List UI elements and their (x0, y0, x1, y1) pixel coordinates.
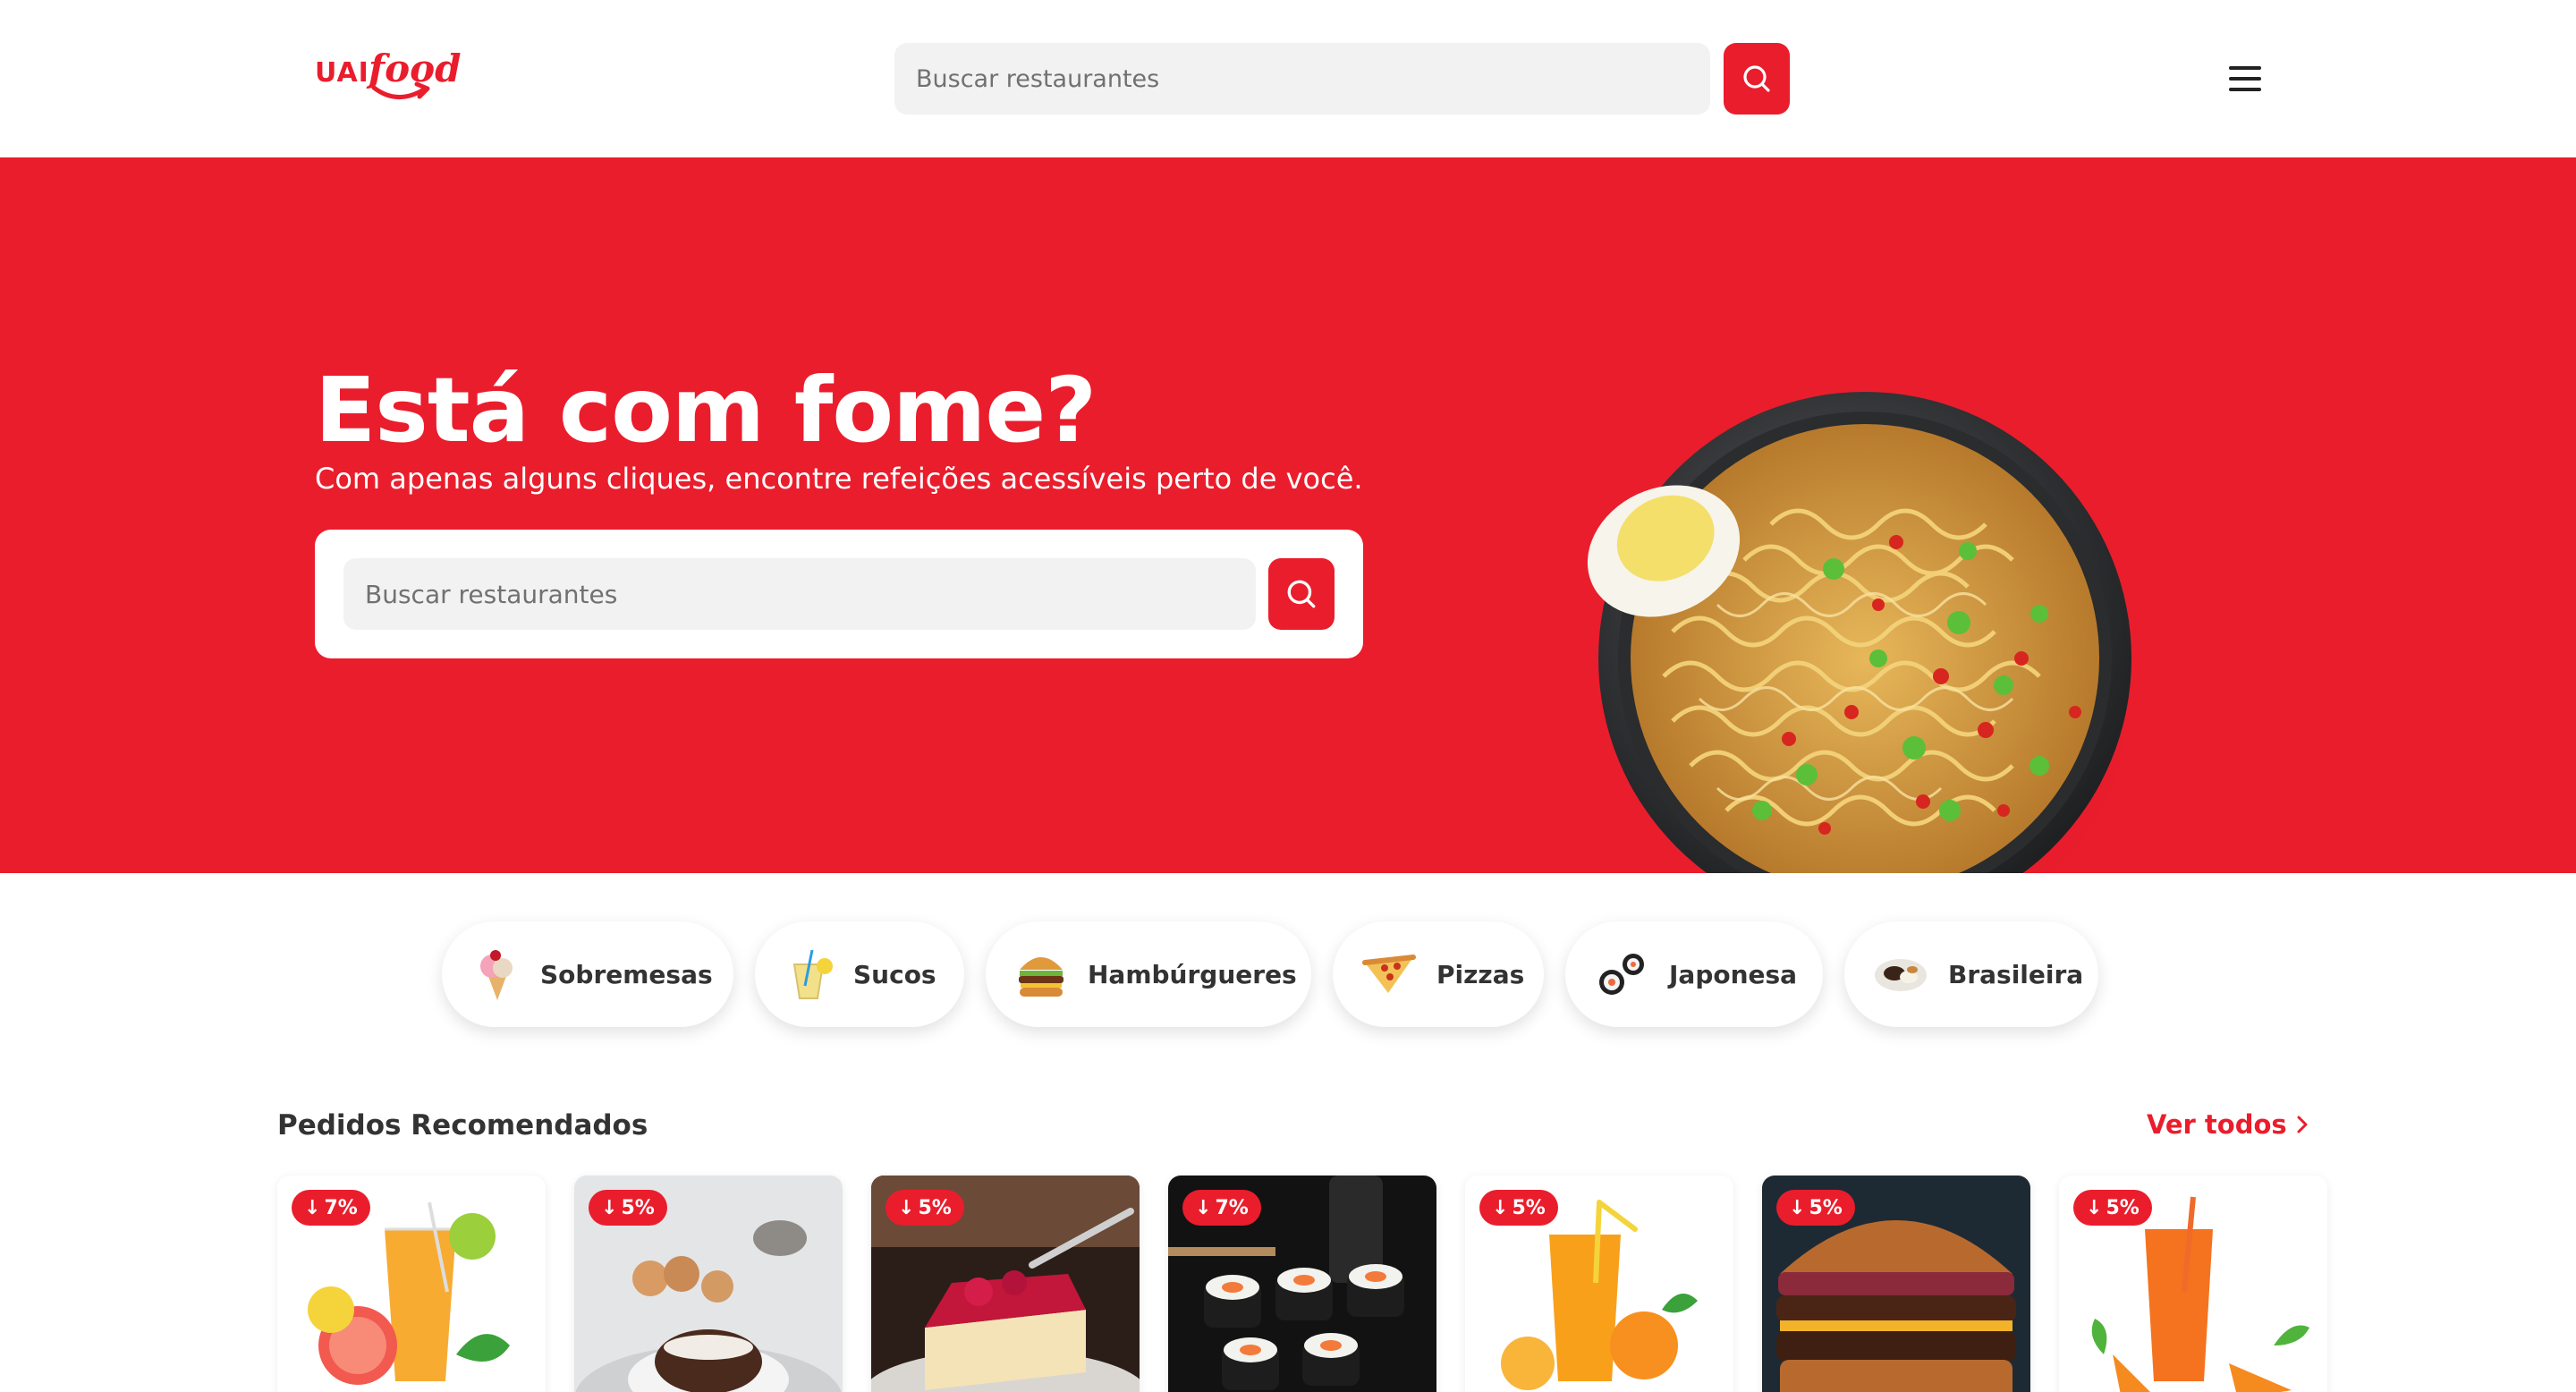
hero-subtitle: Com apenas alguns cliques, encontre refe… (315, 462, 1363, 496)
feijoada-icon (1873, 946, 1928, 1002)
category-label: Sucos (853, 959, 936, 989)
arrow-down-icon: ↓ (1789, 1196, 1806, 1219)
hero-search-card (315, 530, 1363, 658)
discount-value: 7% (324, 1196, 358, 1219)
category-label: Sobremesas (540, 959, 713, 989)
chevron-right-icon (2297, 1116, 2308, 1133)
product-card[interactable]: ↓ 5% (2059, 1176, 2327, 1392)
see-all-link[interactable]: Ver todos (2147, 1109, 2310, 1140)
discount-value: 7% (1215, 1196, 1249, 1219)
category-label: Pizzas (1436, 959, 1525, 989)
discount-badge: ↓ 7% (1182, 1190, 1261, 1226)
recommended-list: ↓ 7% ↓ 5% ↓ 5% ↓ 7% ↓ 5% ↓ 5% ↓ 5% (0, 1176, 2576, 1392)
hero-title: Está com fome? (315, 358, 1097, 463)
category-japonesa[interactable]: Japonesa (1565, 921, 1823, 1027)
discount-value: 5% (918, 1196, 952, 1219)
hero-banner: Está com fome? Com apenas alguns cliques… (0, 157, 2576, 873)
arrow-down-icon: ↓ (898, 1196, 915, 1219)
discount-badge: ↓ 7% (292, 1190, 370, 1226)
category-pizzas[interactable]: Pizzas (1333, 921, 1544, 1027)
category-bar: Sobremesas Sucos Hambúrgueres Pizzas Jap… (0, 921, 2576, 1029)
discount-badge: ↓ 5% (886, 1190, 964, 1226)
category-sobremesas[interactable]: Sobremesas (442, 921, 733, 1027)
category-sucos[interactable]: Sucos (755, 921, 964, 1027)
arrow-down-icon: ↓ (304, 1196, 321, 1219)
header-search-button[interactable] (1724, 43, 1790, 115)
hamburger-menu-icon (2229, 66, 2261, 70)
logo-swoosh-icon (371, 81, 430, 99)
sushi-icon (1594, 946, 1649, 1002)
see-all-label: Ver todos (2147, 1109, 2287, 1140)
arrow-down-icon: ↓ (1492, 1196, 1509, 1219)
header-search-input[interactable] (894, 43, 1710, 115)
category-label: Japonesa (1669, 959, 1798, 989)
pizza-icon (1361, 946, 1417, 1002)
product-card[interactable]: ↓ 5% (871, 1176, 1140, 1392)
discount-badge: ↓ 5% (589, 1190, 667, 1226)
juice-icon (784, 946, 834, 1002)
hero-search-button[interactable] (1268, 558, 1335, 630)
category-hamburgueres[interactable]: Hambúrgueres (986, 921, 1311, 1027)
discount-badge: ↓ 5% (2073, 1190, 2152, 1226)
discount-value: 5% (1512, 1196, 1546, 1219)
burger-icon (1014, 946, 1068, 1002)
ice-cream-icon (470, 946, 521, 1002)
hamburger-menu-button[interactable] (2227, 63, 2263, 95)
search-icon (1743, 65, 1770, 92)
noodle-bowl-image (1538, 390, 2182, 873)
hero-search-input[interactable] (343, 558, 1256, 630)
category-brasileira[interactable]: Brasileira (1844, 921, 2098, 1027)
product-card[interactable]: ↓ 5% (1465, 1176, 1733, 1392)
category-label: Brasileira (1948, 959, 2084, 989)
uaifood-logo[interactable]: UAI food (315, 47, 461, 104)
top-header: UAI food (0, 0, 2576, 157)
discount-value: 5% (2106, 1196, 2140, 1219)
product-card[interactable]: ↓ 5% (1762, 1176, 2030, 1392)
hamburger-line (2229, 88, 2261, 91)
discount-value: 5% (621, 1196, 655, 1219)
recommended-title: Pedidos Recomendados (277, 1109, 648, 1142)
product-card[interactable]: ↓ 5% (574, 1176, 843, 1392)
arrow-down-icon: ↓ (2086, 1196, 2103, 1219)
product-card[interactable]: ↓ 7% (277, 1176, 546, 1392)
discount-badge: ↓ 5% (1776, 1190, 1855, 1226)
logo-text-uai: UAI (315, 57, 369, 89)
arrow-down-icon: ↓ (1195, 1196, 1212, 1219)
discount-badge: ↓ 5% (1479, 1190, 1558, 1226)
arrow-down-icon: ↓ (601, 1196, 618, 1219)
category-label: Hambúrgueres (1088, 959, 1297, 989)
search-icon (1287, 580, 1316, 608)
hamburger-line (2229, 77, 2261, 81)
product-card[interactable]: ↓ 7% (1168, 1176, 1436, 1392)
discount-value: 5% (1809, 1196, 1843, 1219)
